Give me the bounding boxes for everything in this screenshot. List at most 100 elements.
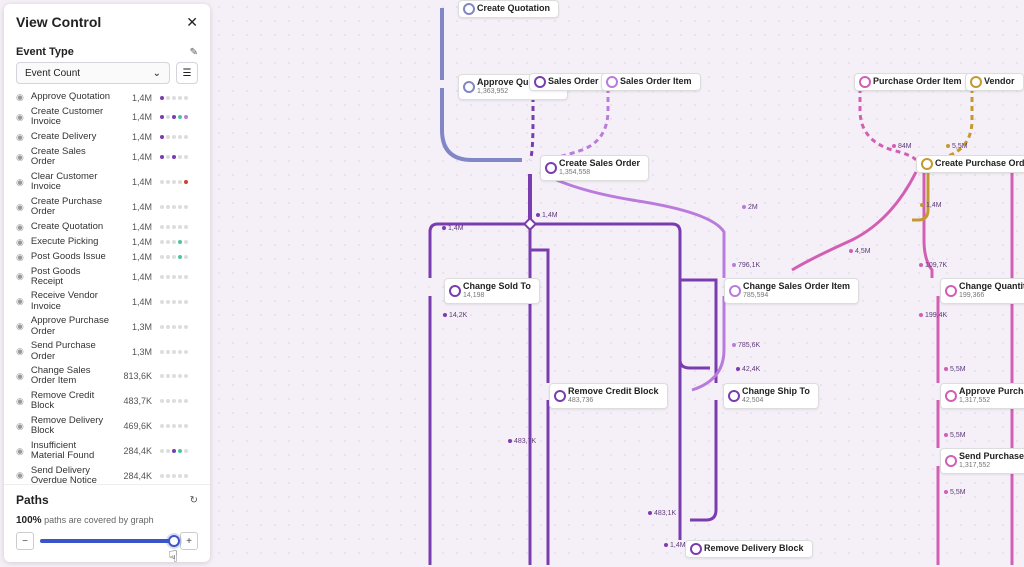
node-label: Purchase Order Item [873, 76, 962, 86]
event-count-dropdown[interactable]: Event Count ⌄ [16, 62, 170, 84]
event-color-dots [160, 474, 198, 478]
visibility-icon[interactable]: ◉ [16, 112, 24, 123]
event-count: 284,4K [116, 471, 152, 481]
event-count: 1,4M [116, 112, 152, 122]
process-node-change-ship-to[interactable]: Change Ship To42,504 [723, 383, 819, 409]
visibility-icon[interactable]: ◉ [16, 421, 24, 432]
event-row[interactable]: ◉Post Goods Issue1,4M [10, 250, 204, 265]
visibility-icon[interactable]: ◉ [16, 396, 24, 407]
event-row[interactable]: ◉ Send Delivery Overdue Notice 284,4K [10, 464, 204, 485]
process-node-change-sold-to[interactable]: Change Sold To14,198 [444, 278, 540, 304]
event-name: Send Purchase Order [31, 341, 112, 362]
event-name: Send Delivery Overdue Notice [31, 466, 112, 485]
event-row[interactable]: ◉Create Purchase Order1,4M [10, 195, 204, 220]
node-label: Sales Order [548, 76, 599, 86]
node-sublabel: 483,736 [568, 397, 659, 405]
event-color-dots [160, 275, 198, 279]
node-label: Send Purchase Order [959, 451, 1024, 461]
event-color-dots [160, 115, 198, 119]
event-name: Approve Purchase Order [31, 316, 112, 337]
process-node-create-purchase-order[interactable]: Create Purchase Order [916, 155, 1024, 173]
visibility-icon[interactable]: ◉ [16, 222, 24, 233]
visibility-icon[interactable]: ◉ [16, 346, 24, 357]
process-node-sales-order[interactable]: Sales Order [529, 73, 608, 91]
visibility-icon[interactable]: ◉ [16, 371, 24, 382]
visibility-icon[interactable]: ◉ [16, 252, 24, 263]
event-row[interactable]: ◉Create Customer Invoice1,4M [10, 105, 204, 130]
visibility-icon[interactable]: ◉ [16, 237, 24, 248]
event-count: 1,4M [116, 177, 152, 187]
event-row[interactable]: ◉Approve Purchase Order1,3M [10, 314, 204, 339]
slider-plus-button[interactable]: + [180, 532, 198, 550]
visibility-icon[interactable]: ◉ [16, 177, 24, 188]
slider-thumb[interactable] [168, 535, 180, 547]
event-color-dots [160, 240, 198, 244]
process-node-vendor[interactable]: Vendor [965, 73, 1024, 91]
node-sublabel: 1,354,558 [559, 169, 640, 177]
process-node-create-quotation[interactable]: Create Quotation [458, 0, 559, 18]
event-row[interactable]: ◉Create Quotation1,4M [10, 220, 204, 235]
visibility-icon[interactable]: ◉ [16, 92, 24, 103]
event-name: Receive Vendor Invoice [31, 291, 112, 312]
event-color-dots [160, 300, 198, 304]
visibility-icon[interactable]: ◉ [16, 152, 24, 163]
process-node-send-purchase-order[interactable]: Send Purchase Order1,317,552 [940, 448, 1024, 474]
edit-icon[interactable]: ✎ [190, 47, 198, 58]
event-count: 1,3M [116, 347, 152, 357]
process-node-sales-order-item[interactable]: Sales Order Item [601, 73, 701, 91]
process-node-remove-credit-block[interactable]: Remove Credit Block483,736 [549, 383, 668, 409]
event-color-dots [160, 180, 198, 184]
cursor-icon: ☟ [168, 547, 178, 567]
node-label: Create Purchase Order [935, 158, 1024, 168]
event-row[interactable]: ◉Create Sales Order1,4M [10, 145, 204, 170]
paths-title: Paths [16, 493, 49, 507]
event-row[interactable]: ◉Remove Delivery Block469,6K [10, 414, 204, 439]
visibility-icon[interactable]: ◉ [16, 296, 24, 307]
node-label: Change Sales Order Item [743, 281, 850, 291]
visibility-icon[interactable]: ◉ [16, 271, 24, 282]
event-row[interactable]: ◉Clear Customer Invoice1,4M [10, 170, 204, 195]
paths-subtitle: 100% paths are covered by graph [16, 515, 198, 526]
process-graph-canvas[interactable]: Create QuotationApprove Quotation1,363,9… [212, 0, 1024, 565]
process-node-remove-delivery-block[interactable]: Remove Delivery Block [685, 540, 813, 558]
visibility-icon[interactable]: ◉ [16, 202, 24, 213]
visibility-icon[interactable]: ◉ [16, 470, 24, 481]
event-row[interactable]: ◉Remove Credit Block483,7K [10, 389, 204, 414]
visibility-icon[interactable]: ◉ [16, 446, 24, 457]
process-node-create-sales-order[interactable]: Create Sales Order1,354,558 [540, 155, 649, 181]
slider-minus-button[interactable]: − [16, 532, 34, 550]
node-label: Sales Order Item [620, 76, 692, 86]
close-icon[interactable]: ✕ [186, 15, 198, 29]
event-color-dots [160, 449, 198, 453]
edge-label: 483,1K [648, 510, 676, 517]
process-node-change-sales-order-item[interactable]: Change Sales Order Item785,594 [724, 278, 859, 304]
process-node-purchase-order-item[interactable]: Purchase Order Item [854, 73, 971, 91]
paths-slider[interactable]: ☟ [40, 539, 174, 543]
edge-label: 796,1K [732, 262, 760, 269]
visibility-icon[interactable]: ◉ [16, 321, 24, 332]
node-sublabel: 14,198 [463, 292, 531, 300]
event-row[interactable]: ◉Execute Picking1,4M [10, 235, 204, 250]
node-label: Approve Purchase Or [959, 386, 1024, 396]
event-count: 1,4M [116, 272, 152, 282]
event-row[interactable]: ◉Approve Quotation1,4M [10, 90, 204, 105]
process-node-approve-purchase-order[interactable]: Approve Purchase Or1,317,552 [940, 383, 1024, 409]
process-node-change-quantity[interactable]: Change Quantity199,366 [940, 278, 1024, 304]
node-label: Vendor [984, 76, 1015, 86]
edge-label: 1,4M [536, 212, 558, 219]
event-row[interactable]: ◉Change Sales Order Item813,6K [10, 364, 204, 389]
refresh-icon[interactable]: ↻ [190, 495, 198, 506]
event-row[interactable]: ◉ Send Purchase Order 1,3M [10, 339, 204, 364]
list-options-button[interactable]: ☰ [176, 62, 198, 84]
edge-label: 5,5M [944, 366, 966, 373]
event-count: 1,4M [116, 252, 152, 262]
event-row[interactable]: ◉Create Delivery1,4M [10, 130, 204, 145]
view-control-panel: View Control ✕ Event Type ✎ Event Count … [4, 4, 210, 562]
node-sublabel: 785,594 [743, 292, 850, 300]
node-sublabel: 42,504 [742, 397, 810, 405]
event-row[interactable]: ◉Insufficient Material Found284,4K [10, 439, 204, 464]
node-sublabel: 199,366 [959, 292, 1024, 300]
event-row[interactable]: ◉Receive Vendor Invoice1,4M [10, 289, 204, 314]
event-row[interactable]: ◉Post Goods Receipt1,4M [10, 265, 204, 290]
visibility-icon[interactable]: ◉ [16, 132, 24, 143]
